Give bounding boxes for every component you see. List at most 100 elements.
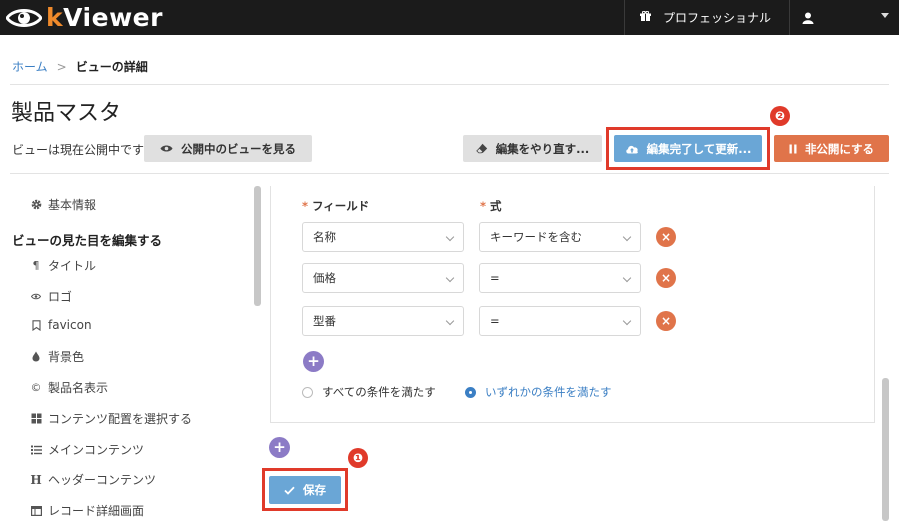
bookmark-icon xyxy=(30,319,42,331)
sidebar-item-label: メインコンテンツ xyxy=(48,443,145,457)
field-select[interactable]: 名称 xyxy=(302,222,464,252)
breadcrumb-separator: > xyxy=(56,59,67,74)
plan-label: プロフェッショナル xyxy=(663,11,772,25)
sidebar-item-background-color[interactable]: 背景色 xyxy=(30,348,84,365)
radio-circle xyxy=(302,386,313,398)
field-select-value: 価格 xyxy=(313,271,336,285)
sidebar-item-favicon[interactable]: favicon xyxy=(30,318,92,332)
user-icon xyxy=(802,12,814,24)
field-select-value: 名称 xyxy=(313,230,336,244)
chevron-down-icon xyxy=(622,316,632,326)
add-condition-button[interactable]: + xyxy=(303,351,324,372)
chevron-down-icon xyxy=(445,232,455,242)
unpublish-button[interactable]: 非公開にする xyxy=(774,135,889,162)
copyright-icon: © xyxy=(30,381,42,394)
expression-label-text: 式 xyxy=(490,199,502,213)
expression-select[interactable]: = xyxy=(479,306,641,336)
field-label-text: フィールド xyxy=(312,199,370,213)
field-select[interactable]: 価格 xyxy=(302,263,464,293)
header-icon: H xyxy=(30,472,42,487)
pause-icon xyxy=(789,144,797,154)
expression-select-value: = xyxy=(490,271,500,285)
field-select-value: 型番 xyxy=(313,314,336,328)
view-public-button[interactable]: 公開中のビューを見る xyxy=(144,135,312,162)
sidebar-item-label: 背景色 xyxy=(48,350,85,364)
sidebar-item-main-content[interactable]: メインコンテンツ xyxy=(30,441,144,458)
kviewer-logo[interactable]: kViewer xyxy=(6,3,163,32)
expression-column-label: * 式 xyxy=(480,198,502,214)
breadcrumb-current: ビューの詳細 xyxy=(75,60,148,74)
annotation-badge-1: ❶ xyxy=(348,448,368,468)
chevron-down-icon xyxy=(445,273,455,283)
publish-status-text: ビューは現在公開中です xyxy=(12,143,145,157)
paragraph-icon: ¶ xyxy=(32,259,40,272)
logo-text: kViewer xyxy=(46,3,163,32)
chevron-down-icon xyxy=(445,316,455,326)
sidebar-item-label: 基本情報 xyxy=(48,198,97,212)
gear-icon xyxy=(30,199,42,210)
plan-indicator[interactable]: プロフェッショナル xyxy=(640,0,771,35)
sidebar-item-label: 製品名表示 xyxy=(48,381,109,395)
top-navigation-bar: kViewer プロフェッショナル xyxy=(0,0,899,35)
redo-edit-label: 編集をやり直す... xyxy=(495,141,590,156)
breadcrumb: ホーム > ビューの詳細 xyxy=(12,58,148,75)
chevron-down-icon xyxy=(622,273,632,283)
match-all-label: すべての条件を満たす xyxy=(322,385,436,399)
expression-select-value: = xyxy=(490,314,500,328)
main-scrollbar-thumb[interactable] xyxy=(882,378,889,521)
grid-icon xyxy=(30,413,42,424)
chevron-down-icon xyxy=(622,232,632,242)
user-menu[interactable] xyxy=(802,0,899,35)
redo-edit-button[interactable]: 編集をやり直す... xyxy=(463,135,602,162)
sidebar-item-label: コンテンツ配置を選択する xyxy=(48,412,193,426)
window-icon xyxy=(30,505,42,516)
divider xyxy=(10,84,889,85)
divider xyxy=(10,173,889,174)
expression-select[interactable]: = xyxy=(479,263,641,293)
droplet-icon xyxy=(30,351,42,362)
header-divider xyxy=(789,0,790,35)
sidebar-item-label: favicon xyxy=(48,318,92,332)
annotation-badge-2: ❷ xyxy=(770,106,790,126)
eye-icon xyxy=(160,144,173,153)
radio-circle-selected xyxy=(465,386,476,398)
sidebar-item-label: タイトル xyxy=(48,259,97,273)
sidebar: 基本情報 ビューの見た目を編集する ¶ タイトル ロゴ favicon 背景色 … xyxy=(0,186,254,531)
chevron-down-icon xyxy=(881,13,889,18)
sidebar-item-label: レコード詳細画面 xyxy=(48,504,145,518)
sidebar-item-content-layout[interactable]: コンテンツ配置を選択する xyxy=(30,410,192,427)
sidebar-item-record-detail[interactable]: レコード詳細画面 xyxy=(30,502,144,519)
breadcrumb-home-link[interactable]: ホーム xyxy=(12,58,48,75)
logo-eye-icon xyxy=(6,8,42,27)
sidebar-item-label: ヘッダーコンテンツ xyxy=(48,473,157,487)
match-any-radio[interactable]: いずれかの条件を満たす xyxy=(465,384,612,400)
delete-condition-button[interactable]: × xyxy=(656,311,676,331)
sidebar-section-heading: ビューの見た目を編集する xyxy=(12,233,163,248)
annotation-highlight-finish xyxy=(606,127,770,170)
field-select[interactable]: 型番 xyxy=(302,306,464,336)
sidebar-scrollbar[interactable] xyxy=(254,186,261,306)
unpublish-label: 非公開にする xyxy=(804,141,875,156)
match-all-radio[interactable]: すべての条件を満たす xyxy=(302,384,436,400)
required-mark: * xyxy=(480,199,487,213)
eye-icon xyxy=(30,293,42,300)
match-any-label: いずれかの条件を満たす xyxy=(485,385,612,399)
sidebar-item-header-content[interactable]: H ヘッダーコンテンツ xyxy=(30,471,156,488)
sidebar-item-title[interactable]: ¶ タイトル xyxy=(30,257,97,274)
delete-condition-button[interactable]: × xyxy=(656,268,676,288)
expression-select-value: キーワードを含む xyxy=(490,230,582,244)
header-divider xyxy=(624,0,625,35)
gift-icon xyxy=(640,10,651,25)
expression-select[interactable]: キーワードを含む xyxy=(479,222,641,252)
sidebar-item-product-name-display[interactable]: © 製品名表示 xyxy=(30,379,109,396)
sidebar-item-label: ロゴ xyxy=(48,290,73,304)
required-mark: * xyxy=(302,199,309,213)
page-title: 製品マスタ xyxy=(11,101,122,126)
view-public-label: 公開中のビューを見る xyxy=(181,141,296,156)
list-icon xyxy=(30,445,42,455)
eraser-icon xyxy=(475,143,488,154)
delete-condition-button[interactable]: × xyxy=(656,227,676,247)
sidebar-item-basic-info[interactable]: 基本情報 xyxy=(30,196,96,213)
sidebar-item-logo[interactable]: ロゴ xyxy=(30,288,72,305)
add-filter-group-button[interactable]: + xyxy=(269,437,290,458)
